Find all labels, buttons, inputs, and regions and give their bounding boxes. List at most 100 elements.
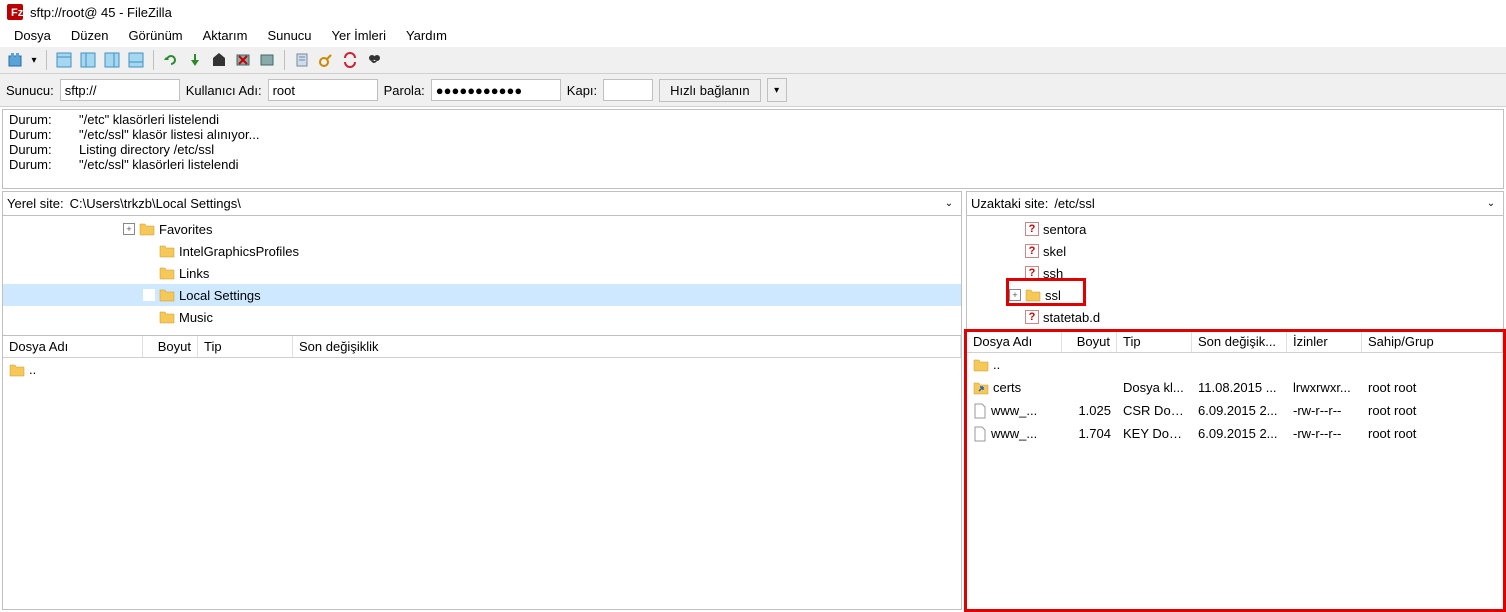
list-row[interactable]: ..: [3, 358, 961, 381]
refresh-icon[interactable]: [160, 49, 182, 71]
cell-name: certs: [967, 378, 1062, 397]
toggle-local-tree-icon[interactable]: [77, 49, 99, 71]
window-title: sftp://root@ 45 - FileZilla: [30, 5, 172, 20]
local-site-dropdown-icon[interactable]: ⌄: [941, 198, 957, 209]
unknown-icon: ?: [1025, 266, 1039, 280]
unknown-icon: ?: [1025, 244, 1039, 258]
reconnect-icon[interactable]: [256, 49, 278, 71]
col-name[interactable]: Dosya Adı: [3, 336, 143, 357]
tree-item[interactable]: ?skel: [967, 240, 1503, 262]
tree-item[interactable]: ?sentora: [967, 218, 1503, 240]
tree-item[interactable]: +Favorites: [3, 218, 961, 240]
col-owner[interactable]: Sahip/Grup: [1362, 331, 1503, 352]
expander-icon[interactable]: +: [123, 223, 135, 235]
remote-pane: Uzaktaki site: ⌄ ?sentora?skel?ssh+ssl?s…: [966, 191, 1504, 610]
folder-icon: [139, 222, 155, 236]
menu-file[interactable]: Dosya: [6, 26, 59, 45]
unknown-icon: ?: [1025, 222, 1039, 236]
sitemanager-dropdown-icon[interactable]: ▾: [28, 49, 40, 71]
log-message: Listing directory /etc/ssl: [79, 142, 214, 157]
tree-item[interactable]: + ssl: [967, 284, 1503, 306]
local-site-input[interactable]: [68, 194, 941, 213]
col-name[interactable]: Dosya Adı: [967, 331, 1062, 352]
menu-edit[interactable]: Düzen: [63, 26, 117, 45]
menu-bookmarks[interactable]: Yer İmleri: [324, 26, 394, 45]
menu-view[interactable]: Görünüm: [120, 26, 190, 45]
tree-item-label: Music: [179, 310, 213, 325]
tree-item[interactable]: Local Settings: [3, 284, 961, 306]
disconnect-icon[interactable]: [232, 49, 254, 71]
host-label: Sunucu:: [6, 83, 54, 98]
list-row[interactable]: www_...1.025CSR Dos...6.09.2015 2...-rw-…: [967, 399, 1503, 422]
col-type[interactable]: Tip: [1117, 331, 1192, 352]
tree-item[interactable]: Links: [3, 262, 961, 284]
port-input[interactable]: [603, 79, 653, 101]
filter-icon[interactable]: [291, 49, 313, 71]
toggle-log-icon[interactable]: [53, 49, 75, 71]
host-input[interactable]: [60, 79, 180, 101]
tree-item[interactable]: Music: [3, 306, 961, 328]
cell-size: [1062, 386, 1117, 390]
log-row: Durum:"/etc/ssl" klasör listesi alınıyor…: [9, 127, 1497, 142]
cell-size: 1.025: [1062, 401, 1117, 420]
remote-site-input[interactable]: [1052, 194, 1483, 213]
local-tree[interactable]: +FavoritesIntelGraphicsProfiles Links Loca…: [2, 216, 962, 336]
toggle-queue-icon[interactable]: [125, 49, 147, 71]
menu-help[interactable]: Yardım: [398, 26, 455, 45]
separator: [153, 50, 154, 70]
remote-tree[interactable]: ?sentora?skel?ssh + ssl ?statetab.d: [966, 216, 1504, 331]
quickconnect-dropdown[interactable]: ▾: [767, 78, 787, 102]
user-input[interactable]: [268, 79, 378, 101]
expander-icon: [143, 289, 155, 301]
col-modified[interactable]: Son değişiklik: [293, 336, 961, 357]
process-queue-icon[interactable]: [184, 49, 206, 71]
log-row: Durum:Listing directory /etc/ssl: [9, 142, 1497, 157]
cell-modified: 11.08.2015 ...: [1192, 378, 1287, 397]
remote-site-dropdown-icon[interactable]: ⌄: [1483, 198, 1499, 209]
cell-perms: -rw-r--r--: [1287, 401, 1362, 420]
cell-name: www_...: [967, 424, 1062, 444]
remote-site-row: Uzaktaki site: ⌄: [966, 191, 1504, 216]
local-filelist[interactable]: Dosya Adı Boyut Tip Son değişiklik ..: [2, 336, 962, 610]
pass-label: Parola:: [384, 83, 425, 98]
svg-text:Fz: Fz: [11, 7, 24, 19]
tree-item[interactable]: ?statetab.d: [967, 306, 1503, 328]
tree-item-label: Links: [179, 266, 209, 281]
cell-owner: root root: [1362, 401, 1503, 420]
col-perms[interactable]: İzinler: [1287, 331, 1362, 352]
col-size[interactable]: Boyut: [143, 336, 198, 357]
folder-icon: [1025, 288, 1041, 302]
col-size[interactable]: Boyut: [1062, 331, 1117, 352]
separator: [284, 50, 285, 70]
list-row[interactable]: certsDosya kl...11.08.2015 ...lrwxrwxr..…: [967, 376, 1503, 399]
list-row[interactable]: www_...1.704KEY Dos...6.09.2015 2...-rw-…: [967, 422, 1503, 445]
unknown-icon: ?: [1025, 310, 1039, 324]
quickconnect-bar: Sunucu: Kullanıcı Adı: Parola: Kapı: Hız…: [0, 74, 1506, 107]
tree-item[interactable]: IntelGraphicsProfiles: [3, 240, 961, 262]
tree-item-label: Local Settings: [179, 288, 261, 303]
cell-name: www_...: [967, 401, 1062, 421]
log-label: Durum:: [9, 127, 79, 142]
separator: [46, 50, 47, 70]
cancel-icon[interactable]: [208, 49, 230, 71]
list-row[interactable]: ..: [967, 353, 1503, 376]
toggle-remote-tree-icon[interactable]: [101, 49, 123, 71]
search-icon[interactable]: [363, 49, 385, 71]
sync-browse-icon[interactable]: [339, 49, 361, 71]
tree-item[interactable]: ?ssh: [967, 262, 1503, 284]
expander-icon[interactable]: +: [1009, 289, 1021, 301]
remote-filelist[interactable]: Dosya Adı Boyut Tip Son değişik... İzinl…: [966, 331, 1504, 610]
cell-owner: root root: [1362, 424, 1503, 443]
folder-icon: [159, 266, 175, 280]
quickconnect-button[interactable]: Hızlı bağlanın: [659, 79, 761, 102]
menu-server[interactable]: Sunucu: [259, 26, 319, 45]
menu-transfer[interactable]: Aktarım: [195, 26, 256, 45]
log-panel[interactable]: Durum:"/etc" klasörleri listelendiDurum:…: [2, 109, 1504, 189]
sitemanager-icon[interactable]: [4, 49, 26, 71]
tree-item-label: ssl: [1045, 288, 1061, 303]
cell-modified: 6.09.2015 2...: [1192, 424, 1287, 443]
col-modified[interactable]: Son değişik...: [1192, 331, 1287, 352]
col-type[interactable]: Tip: [198, 336, 293, 357]
pass-input[interactable]: [431, 79, 561, 101]
compare-icon[interactable]: [315, 49, 337, 71]
